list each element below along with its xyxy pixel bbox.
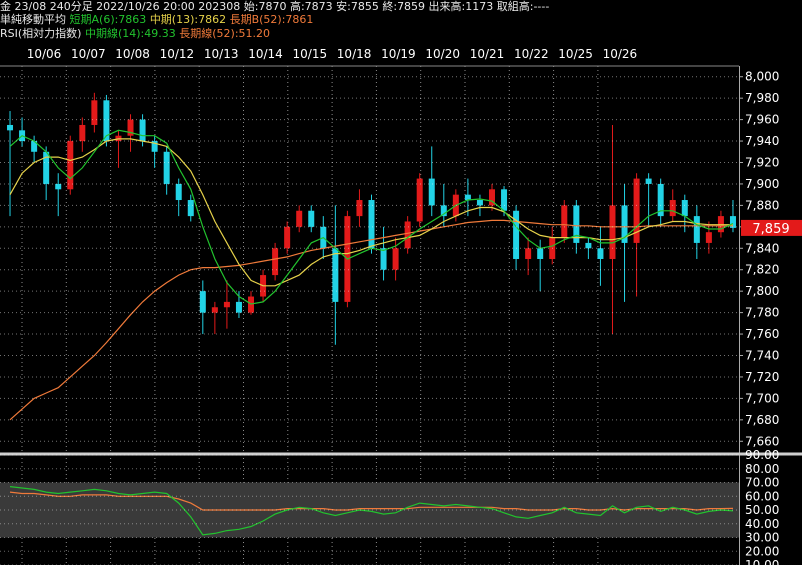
- candle-body: [55, 183, 62, 190]
- chart-header: 金 23/08 240分足 2022/10/26 20:00 202308 始:…: [0, 0, 802, 44]
- candle-body: [525, 248, 532, 259]
- candle-body: [681, 200, 688, 217]
- date-tick-label: 10/13: [204, 47, 239, 61]
- candle-body: [223, 301, 230, 308]
- candle-body: [476, 200, 483, 206]
- rsi-tick-label: 20.00: [745, 544, 779, 558]
- rsi-tick-label: 10.00: [745, 558, 779, 565]
- price-tick-label: 7,900: [745, 177, 779, 191]
- rsi-tick-label: 70.00: [745, 476, 779, 490]
- candle-body: [187, 200, 194, 217]
- date-tick-label: 10/07: [71, 47, 106, 61]
- candle-body: [308, 210, 315, 227]
- instrument-summary: 金 23/08 240分足 2022/10/26 20:00 202308 始:…: [0, 0, 550, 13]
- candle-body: [585, 242, 592, 249]
- price-tick-label: 7,660: [745, 434, 779, 448]
- rsi-tick-label: 40.00: [745, 517, 779, 531]
- candle-body: [175, 183, 182, 201]
- candle-body: [597, 248, 604, 259]
- candle-body: [501, 189, 508, 211]
- candle-body: [199, 291, 206, 313]
- candle-body: [537, 248, 544, 259]
- candle-body: [163, 151, 170, 184]
- date-tick-label: 10/19: [381, 47, 416, 61]
- candle-body: [91, 100, 98, 125]
- rsi-long-value: 長期線(52):51.20: [179, 27, 271, 40]
- price-tick-label: 7,720: [745, 370, 779, 384]
- candle-body: [79, 124, 86, 142]
- date-tick-label: 10/06: [27, 47, 62, 61]
- rsi-tick-label: 60.00: [745, 489, 779, 503]
- rsi-mid-value: 中期線(14):49.33: [84, 27, 176, 40]
- price-tick-label: 7,820: [745, 263, 779, 277]
- price-tick-label: 8,000: [745, 70, 779, 84]
- price-tick-label: 7,840: [745, 241, 779, 255]
- date-tick-label: 10/26: [603, 47, 638, 61]
- price-tick-label: 7,980: [745, 91, 779, 105]
- candle-body: [428, 178, 435, 206]
- candle-body: [416, 178, 423, 222]
- candle-body: [705, 232, 712, 243]
- candle-body: [380, 248, 387, 270]
- candle-body: [404, 221, 411, 249]
- date-tick-label: 10/22: [514, 47, 549, 61]
- rsi-tick-label: 80.00: [745, 462, 779, 476]
- candle-body: [67, 141, 74, 190]
- candle-body: [332, 248, 339, 302]
- price-tick-label: 7,880: [745, 198, 779, 212]
- candle-body: [669, 200, 676, 217]
- price-tick-label: 7,920: [745, 156, 779, 170]
- date-tick-label: 10/15: [293, 47, 328, 61]
- price-tick-label: 7,700: [745, 391, 779, 405]
- candle-body: [645, 178, 652, 184]
- sma-short-value: 短期A(6):7863: [69, 13, 147, 26]
- sma-long-value: 長期B(52):7861: [229, 13, 314, 26]
- candle-body: [296, 210, 303, 227]
- date-tick-label: 10/21: [470, 47, 505, 61]
- price-tick-label: 7,740: [745, 349, 779, 363]
- date-tick-label: 10/25: [558, 47, 593, 61]
- candle-body: [211, 307, 218, 313]
- rsi-tick-label: 90.00: [745, 448, 779, 462]
- sma-legend-title: 単純移動平均: [0, 13, 66, 26]
- last-price-label: 7,859: [752, 222, 789, 237]
- candle-body: [513, 210, 520, 259]
- candle-body: [368, 200, 375, 249]
- candle-body: [272, 248, 279, 276]
- price-tick-label: 7,680: [745, 413, 779, 427]
- date-tick-label: 10/18: [337, 47, 372, 61]
- date-tick-label: 10/08: [115, 47, 150, 61]
- price-tick-label: 7,940: [745, 134, 779, 148]
- candle-body: [356, 200, 363, 217]
- candle-body: [561, 205, 568, 238]
- chart-canvas: 8,0007,9807,9607,9407,9207,9007,8807,860…: [0, 0, 802, 565]
- candle-body: [7, 124, 14, 131]
- rsi-legend: RSI(相対力指数) 中期線(14):49.33 長期線(52):51.20: [0, 27, 270, 41]
- price-tick-label: 7,960: [745, 113, 779, 127]
- date-tick-label: 10/14: [248, 47, 283, 61]
- candle-body: [693, 216, 700, 243]
- candle-body: [139, 119, 146, 142]
- candle-body: [284, 226, 291, 249]
- date-tick-label: 10/20: [425, 47, 460, 61]
- price-tick-label: 7,800: [745, 284, 779, 298]
- rsi-legend-title: RSI(相対力指数): [0, 27, 82, 40]
- rsi-tick-label: 50.00: [745, 503, 779, 517]
- date-tick-label: 10/12: [160, 47, 195, 61]
- candle-body: [235, 301, 242, 313]
- sma-mid-value: 中期(13):7862: [149, 13, 227, 26]
- candle-body: [392, 248, 399, 270]
- price-tick-label: 7,760: [745, 327, 779, 341]
- price-tick-label: 7,780: [745, 306, 779, 320]
- sma-legend: 単純移動平均 短期A(6):7863 中期(13):7862 長期B(52):7…: [0, 13, 313, 27]
- rsi-tick-label: 30.00: [745, 531, 779, 545]
- candle-body: [609, 205, 616, 259]
